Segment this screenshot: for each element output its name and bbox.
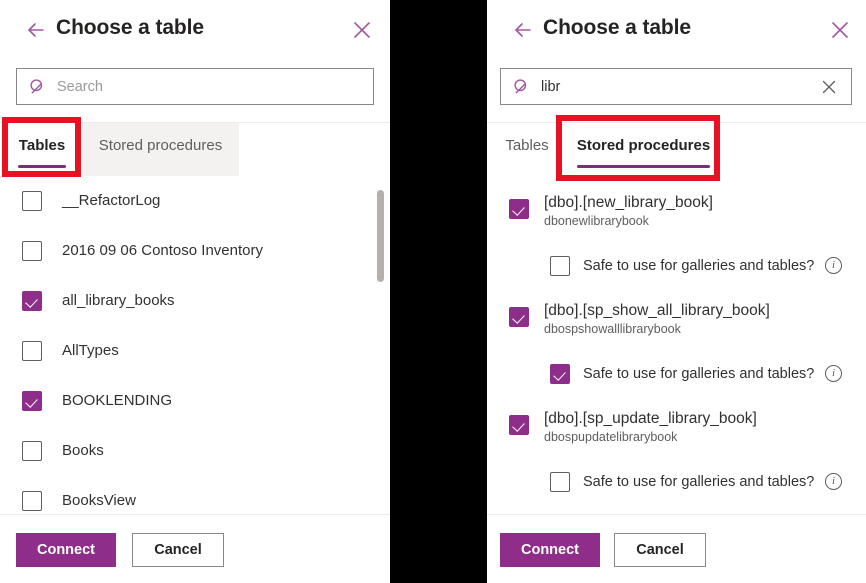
safe-to-use-checkbox[interactable] xyxy=(550,472,570,492)
page-title: Choose a table xyxy=(56,16,204,40)
table-row-label: __RefactorLog xyxy=(62,191,160,211)
safe-to-use-label: Safe to use for galleries and tables? xyxy=(583,472,814,492)
table-row-checkbox[interactable] xyxy=(22,441,42,461)
search-input[interactable]: Search xyxy=(16,68,374,105)
info-icon[interactable]: i xyxy=(825,257,842,274)
page-title: Choose a table xyxy=(543,16,691,40)
safe-to-use-checkbox[interactable] xyxy=(550,256,570,276)
procedure-checkbox[interactable] xyxy=(509,199,529,219)
choose-table-panel-left: Choose a table Search Tables xyxy=(0,0,390,583)
choose-table-panel-right: Choose a table libr xyxy=(487,0,866,583)
tabbar: Tables Stored procedures xyxy=(0,122,390,176)
safe-to-use-label: Safe to use for galleries and tables? xyxy=(583,256,814,276)
close-icon[interactable] xyxy=(828,18,852,42)
procedure-title: [dbo].[sp_update_library_book] xyxy=(544,408,757,429)
procedure-subtitle: dbospshowalllibrarybook xyxy=(544,321,681,338)
tab-tables-label: Tables xyxy=(491,137,563,154)
table-row-checkbox[interactable] xyxy=(22,191,42,211)
search-icon xyxy=(512,77,532,97)
table-row-label: BooksView xyxy=(62,491,136,511)
close-icon[interactable] xyxy=(350,18,374,42)
table-row[interactable]: __RefactorLog xyxy=(0,178,390,228)
table-row-checkbox[interactable] xyxy=(22,241,42,261)
arrow-left-icon[interactable] xyxy=(24,18,48,42)
panel-header: Choose a table xyxy=(0,0,390,62)
tab-tables[interactable]: Tables xyxy=(491,123,563,176)
procedure-subtitle: dbonewlibrarybook xyxy=(544,213,649,230)
safe-to-use-checkbox[interactable] xyxy=(550,364,570,384)
cancel-button[interactable]: Cancel xyxy=(614,533,706,567)
tab-stored-procedures-label: Stored procedures xyxy=(565,137,722,154)
panel-footer: Connect Cancel xyxy=(487,514,866,583)
search-icon xyxy=(28,77,48,97)
table-row-checkbox[interactable] xyxy=(22,391,42,411)
procedure-checkbox[interactable] xyxy=(509,415,529,435)
scrollbar-thumb[interactable] xyxy=(377,190,384,282)
table-row[interactable]: Books xyxy=(0,428,390,478)
connect-button[interactable]: Connect xyxy=(500,533,600,567)
table-row-label: BOOKLENDING xyxy=(62,391,172,411)
tab-tables[interactable]: Tables xyxy=(6,123,78,176)
stored-procedures-list: [dbo].[new_library_book] dbonewlibrarybo… xyxy=(487,178,866,515)
info-icon[interactable]: i xyxy=(825,365,842,382)
table-row-checkbox[interactable] xyxy=(22,341,42,361)
table-row[interactable]: 2016 09 06 Contoso Inventory xyxy=(0,228,390,278)
panel-header: Choose a table xyxy=(487,0,866,62)
table-row[interactable]: AllTypes xyxy=(0,328,390,378)
table-row[interactable]: BOOKLENDING xyxy=(0,378,390,428)
tab-stored-procedures[interactable]: Stored procedures xyxy=(565,123,722,176)
safe-to-use-row[interactable]: Safe to use for galleries and tables? i xyxy=(487,254,866,280)
tabbar: Tables Stored procedures xyxy=(487,122,866,176)
search-clear-icon[interactable] xyxy=(819,77,839,97)
tables-list: __RefactorLog 2016 09 06 Contoso Invento… xyxy=(0,178,390,515)
arrow-left-icon[interactable] xyxy=(511,18,535,42)
tab-stored-procedures[interactable]: Stored procedures xyxy=(82,123,239,176)
search-input[interactable]: libr xyxy=(500,68,852,105)
safe-to-use-row[interactable]: Safe to use for galleries and tables? i xyxy=(487,470,866,496)
procedure-subtitle: dbospupdatelibrarybook xyxy=(544,429,677,446)
cancel-button[interactable]: Cancel xyxy=(132,533,224,567)
table-row-checkbox[interactable] xyxy=(22,291,42,311)
table-row-checkbox[interactable] xyxy=(22,491,42,511)
table-row[interactable]: BooksView xyxy=(0,478,390,515)
safe-to-use-label: Safe to use for galleries and tables? xyxy=(583,364,814,384)
tab-active-underline xyxy=(18,165,66,168)
table-row-label: AllTypes xyxy=(62,341,119,361)
procedure-checkbox[interactable] xyxy=(509,307,529,327)
tab-tables-label: Tables xyxy=(6,137,78,154)
scrollbar[interactable] xyxy=(377,178,384,515)
table-row[interactable]: all_library_books xyxy=(0,278,390,328)
panel-footer: Connect Cancel xyxy=(0,514,390,583)
search-value: libr xyxy=(541,78,560,97)
table-row-label: Books xyxy=(62,441,104,461)
procedure-title: [dbo].[sp_show_all_library_book] xyxy=(544,300,770,321)
safe-to-use-row[interactable]: Safe to use for galleries and tables? i xyxy=(487,362,866,388)
procedure-title: [dbo].[new_library_book] xyxy=(544,192,713,213)
connect-button[interactable]: Connect xyxy=(16,533,116,567)
info-icon[interactable]: i xyxy=(825,473,842,490)
screenshot-stage: Choose a table Search Tables xyxy=(0,0,866,583)
search-placeholder: Search xyxy=(57,78,103,97)
table-row-label: 2016 09 06 Contoso Inventory xyxy=(62,241,263,261)
tab-active-underline xyxy=(577,165,710,168)
table-row-label: all_library_books xyxy=(62,291,175,311)
tab-stored-procedures-label: Stored procedures xyxy=(82,137,239,154)
